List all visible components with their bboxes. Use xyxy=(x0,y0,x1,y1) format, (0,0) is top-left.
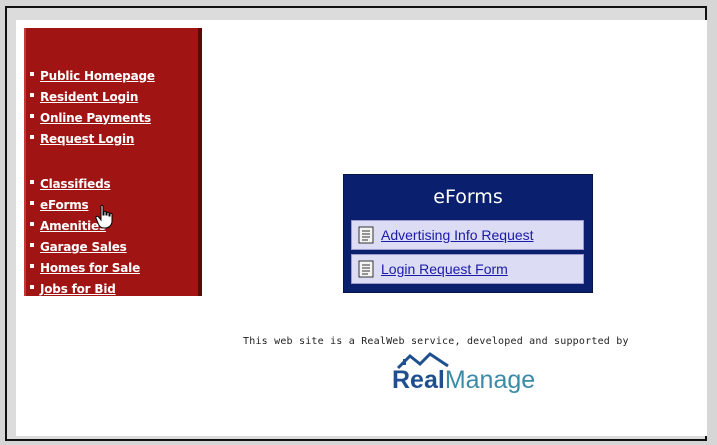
sidebar-item-request-login: Request Login xyxy=(30,128,155,149)
sidebar-nav: Public Homepage Resident Login Online Pa… xyxy=(24,28,202,296)
homes-for-sale-link[interactable]: Homes for Sale xyxy=(40,261,140,275)
sidebar-item-garage-sales: Garage Sales xyxy=(30,236,140,257)
page-content: Public Homepage Resident Login Online Pa… xyxy=(16,20,707,436)
advertising-info-request-link[interactable]: Advertising Info Request xyxy=(381,227,534,243)
logo-text-manage: Manage xyxy=(444,366,536,394)
realmanage-logo[interactable]: RealManage xyxy=(392,350,552,398)
eform-item-login-request: Login Request Form xyxy=(351,254,584,284)
document-icon xyxy=(358,226,374,244)
sidebar-item-eforms: eForms xyxy=(30,194,140,215)
bullet-icon xyxy=(30,135,34,139)
classifieds-link[interactable]: Classifieds xyxy=(40,177,111,191)
sidebar-item-public-homepage: Public Homepage xyxy=(30,65,155,86)
eforms-panel: eForms Advertising Info Request Login Re… xyxy=(343,174,593,293)
public-homepage-link[interactable]: Public Homepage xyxy=(40,69,155,83)
bullet-icon xyxy=(30,72,34,76)
login-request-form-link[interactable]: Login Request Form xyxy=(381,261,508,277)
jobs-for-bid-link[interactable]: Jobs for Bid xyxy=(40,282,116,296)
eforms-link[interactable]: eForms xyxy=(40,198,89,212)
online-payments-link[interactable]: Online Payments xyxy=(40,111,151,125)
bullet-icon xyxy=(30,243,34,247)
document-icon xyxy=(358,260,374,278)
sidebar-item-jobs-for-bid: Jobs for Bid xyxy=(30,278,140,299)
sidebar-item-homes-for-sale: Homes for Sale xyxy=(30,257,140,278)
request-login-link[interactable]: Request Login xyxy=(40,132,134,146)
bullet-icon xyxy=(30,222,34,226)
eforms-title: eForms xyxy=(433,186,503,208)
sidebar-item-classifieds: Classifieds xyxy=(30,173,140,194)
nav-group-account: Public Homepage Resident Login Online Pa… xyxy=(30,65,155,149)
hand-pointer-icon xyxy=(95,204,113,229)
bullet-icon xyxy=(30,114,34,118)
footer-credit-text: This web site is a RealWeb service, deve… xyxy=(243,336,629,347)
bullet-icon xyxy=(30,93,34,97)
browser-frame: Public Homepage Resident Login Online Pa… xyxy=(5,6,707,441)
logo-text-real: Real xyxy=(392,366,445,394)
logo-wordmark: RealManage xyxy=(392,366,535,395)
sidebar-item-amenities: Amenities xyxy=(30,215,140,236)
eform-item-advertising: Advertising Info Request xyxy=(351,220,584,250)
nav-group-community: Classifieds eForms Amenities Garage Sale… xyxy=(30,173,140,299)
sidebar-item-resident-login: Resident Login xyxy=(30,86,155,107)
bullet-icon xyxy=(30,201,34,205)
bullet-icon xyxy=(30,264,34,268)
sidebar-item-online-payments: Online Payments xyxy=(30,107,155,128)
bullet-icon xyxy=(30,180,34,184)
bullet-icon xyxy=(30,285,34,289)
garage-sales-link[interactable]: Garage Sales xyxy=(40,240,127,254)
resident-login-link[interactable]: Resident Login xyxy=(40,90,138,104)
